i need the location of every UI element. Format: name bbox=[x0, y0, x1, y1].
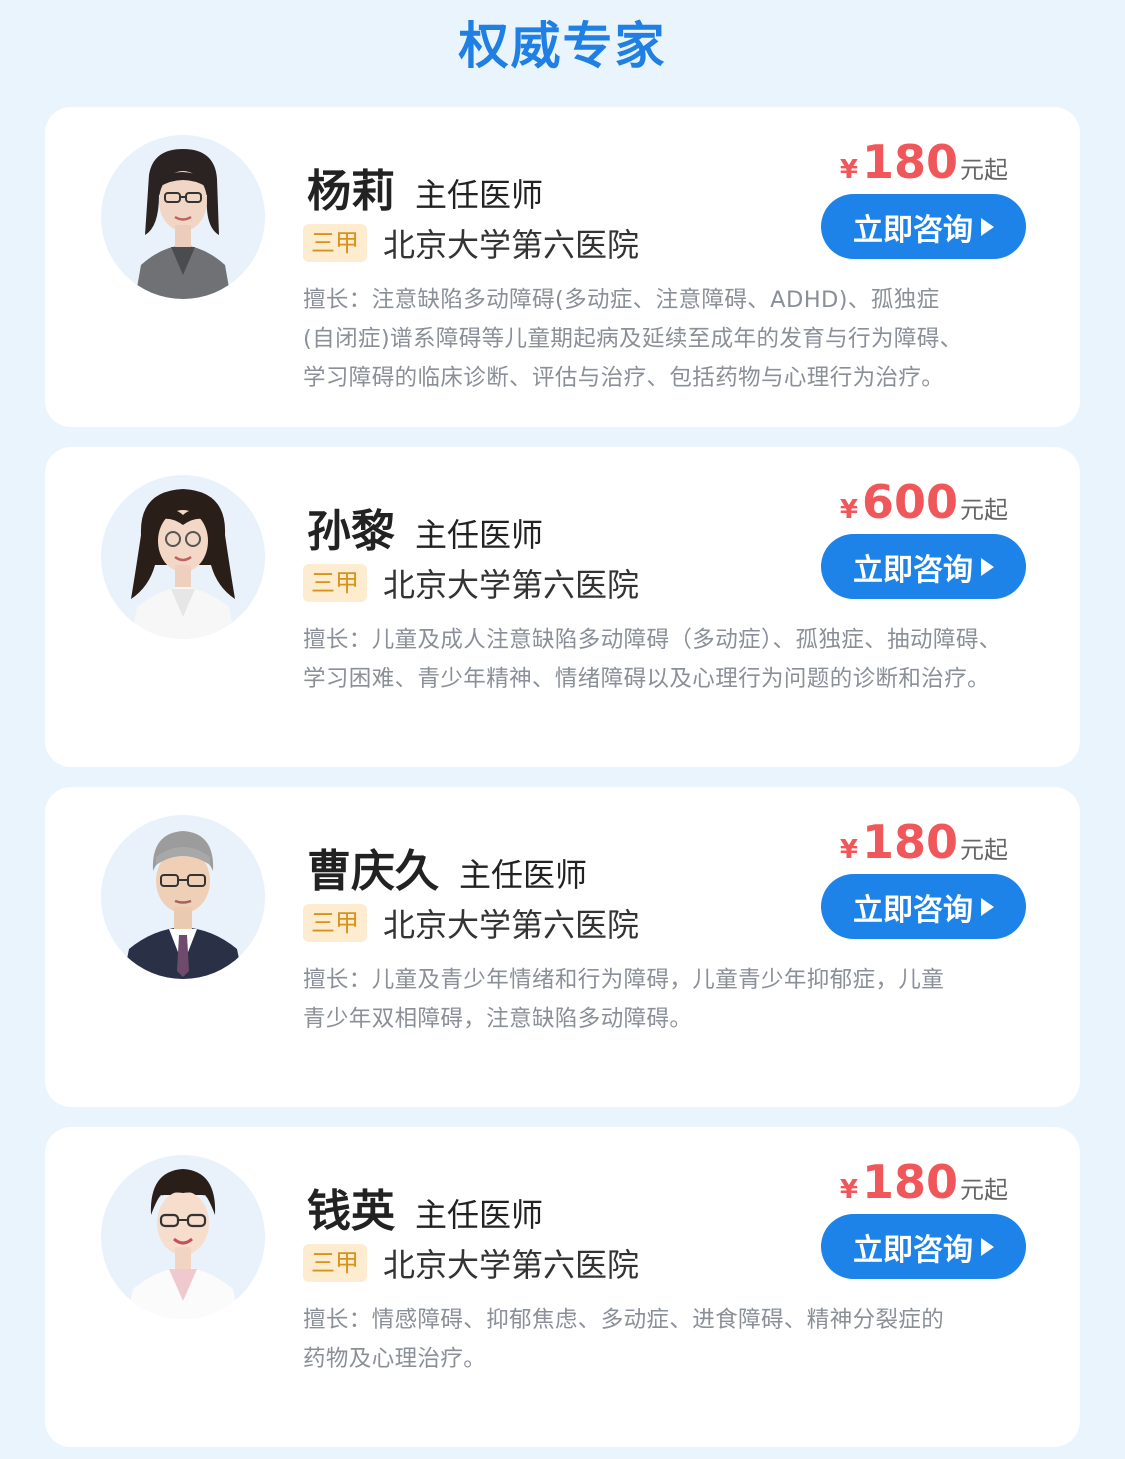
description-line: 擅长：儿童及成人注意缺陷多动障碍（多动症）、孤独症、抽动障碍、 bbox=[303, 627, 1002, 653]
price-value: 180 bbox=[861, 815, 958, 869]
doctor-avatar bbox=[101, 135, 265, 299]
hospital-grade-badge: 三甲 bbox=[303, 564, 367, 602]
doctor-name: 曹庆久 bbox=[307, 846, 439, 897]
hospital-name: 北京大学第六医院 bbox=[383, 226, 640, 264]
consult-button[interactable]: 立即咨询 bbox=[821, 534, 1026, 599]
price-suffix: 元起 bbox=[960, 156, 1008, 184]
doctor-title: 主任医师 bbox=[415, 1196, 544, 1234]
description-line: 擅长：注意缺陷多动障碍(多动症、注意障碍、ADHD)、孤独症 bbox=[303, 287, 940, 313]
description-line: 擅长：情感障碍、抑郁焦虑、多动症、进食障碍、精神分裂症的 bbox=[303, 1307, 945, 1333]
consult-button-label: 立即咨询 bbox=[853, 1232, 973, 1268]
hospital-row: 三甲 北京大学第六医院 bbox=[303, 561, 639, 605]
hospital-row: 三甲 北京大学第六医院 bbox=[303, 221, 639, 265]
doctor-title: 主任医师 bbox=[415, 176, 544, 214]
price-currency: ¥ bbox=[839, 835, 858, 865]
price-value: 180 bbox=[861, 135, 958, 189]
price-suffix: 元起 bbox=[960, 1176, 1008, 1204]
hospital-grade-badge: 三甲 bbox=[303, 904, 367, 942]
price-value: 180 bbox=[861, 1155, 958, 1209]
price-currency: ¥ bbox=[839, 155, 858, 185]
play-arrow-icon bbox=[981, 217, 994, 236]
hospital-name: 北京大学第六医院 bbox=[383, 1246, 640, 1284]
description-line: (自闭症)谱系障碍等儿童期起病及延续至成年的发育与行为障碍、 bbox=[303, 326, 963, 352]
specialty-description: 擅长：儿童及青少年情绪和行为障碍，儿童青少年抑郁症，儿童 青少年双相障碍，注意缺… bbox=[303, 961, 1073, 1039]
hospital-row: 三甲 北京大学第六医院 bbox=[303, 1241, 639, 1285]
consult-button-label: 立即咨询 bbox=[853, 212, 973, 248]
play-arrow-icon bbox=[981, 897, 994, 916]
doctor-title: 主任医师 bbox=[415, 516, 544, 554]
price: ¥ 600 元起 bbox=[840, 475, 1008, 531]
hospital-grade-badge: 三甲 bbox=[303, 224, 367, 262]
expert-card[interactable]: 杨莉 主任医师 三甲 北京大学第六医院 擅长：注意缺陷多动障碍(多动症、注意障碍… bbox=[45, 107, 1080, 427]
price-currency: ¥ bbox=[839, 495, 858, 525]
hospital-row: 三甲 北京大学第六医院 bbox=[303, 901, 639, 945]
play-arrow-icon bbox=[981, 1237, 994, 1256]
consult-button[interactable]: 立即咨询 bbox=[821, 194, 1026, 259]
hospital-name: 北京大学第六医院 bbox=[383, 906, 640, 944]
description-line: 学习障碍的临床诊断、评估与治疗、包括药物与心理行为治疗。 bbox=[303, 365, 945, 391]
doctor-name: 钱英 bbox=[307, 1186, 395, 1237]
description-line: 药物及心理治疗。 bbox=[303, 1346, 487, 1372]
consult-button-label: 立即咨询 bbox=[853, 552, 973, 588]
page-title: 权威专家 bbox=[458, 17, 667, 75]
doctor-avatar bbox=[101, 1155, 265, 1319]
consult-button[interactable]: 立即咨询 bbox=[821, 874, 1026, 939]
description-line: 青少年双相障碍，注意缺陷多动障碍。 bbox=[303, 1006, 693, 1032]
price-currency: ¥ bbox=[839, 1175, 858, 1205]
name-row: 曹庆久 主任医师 bbox=[307, 835, 588, 897]
consult-button-label: 立即咨询 bbox=[853, 892, 973, 928]
doctor-name: 杨莉 bbox=[307, 166, 395, 217]
specialty-description: 擅长：儿童及成人注意缺陷多动障碍（多动症）、孤独症、抽动障碍、 学习困难、青少年… bbox=[303, 621, 1073, 699]
hospital-grade-badge: 三甲 bbox=[303, 1244, 367, 1282]
price-suffix: 元起 bbox=[960, 496, 1008, 524]
play-arrow-icon bbox=[981, 557, 994, 576]
price: ¥ 180 元起 bbox=[840, 1155, 1008, 1211]
doctor-name: 孙黎 bbox=[307, 506, 395, 557]
name-row: 孙黎 主任医师 bbox=[307, 495, 544, 557]
price: ¥ 180 元起 bbox=[840, 135, 1008, 191]
price-suffix: 元起 bbox=[960, 836, 1008, 864]
description-line: 擅长：儿童及青少年情绪和行为障碍，儿童青少年抑郁症，儿童 bbox=[303, 967, 945, 993]
doctor-avatar bbox=[101, 815, 265, 979]
expert-card[interactable]: 钱英 主任医师 三甲 北京大学第六医院 擅长：情感障碍、抑郁焦虑、多动症、进食障… bbox=[45, 1127, 1080, 1447]
name-row: 钱英 主任医师 bbox=[307, 1175, 544, 1237]
name-row: 杨莉 主任医师 bbox=[307, 155, 544, 217]
doctor-title: 主任医师 bbox=[459, 856, 588, 894]
consult-button[interactable]: 立即咨询 bbox=[821, 1214, 1026, 1279]
specialty-description: 擅长：注意缺陷多动障碍(多动症、注意障碍、ADHD)、孤独症 (自闭症)谱系障碍… bbox=[303, 281, 1073, 398]
price: ¥ 180 元起 bbox=[840, 815, 1008, 871]
expert-card[interactable]: 曹庆久 主任医师 三甲 北京大学第六医院 擅长：儿童及青少年情绪和行为障碍，儿童… bbox=[45, 787, 1080, 1107]
expert-card[interactable]: 孙黎 主任医师 三甲 北京大学第六医院 擅长：儿童及成人注意缺陷多动障碍（多动症… bbox=[45, 447, 1080, 767]
specialty-description: 擅长：情感障碍、抑郁焦虑、多动症、进食障碍、精神分裂症的 药物及心理治疗。 bbox=[303, 1301, 1073, 1379]
price-value: 600 bbox=[861, 475, 958, 529]
description-line: 学习困难、青少年精神、情绪障碍以及心理行为问题的诊断和治疗。 bbox=[303, 666, 991, 692]
hospital-name: 北京大学第六医院 bbox=[383, 566, 640, 604]
doctor-avatar bbox=[101, 475, 265, 639]
